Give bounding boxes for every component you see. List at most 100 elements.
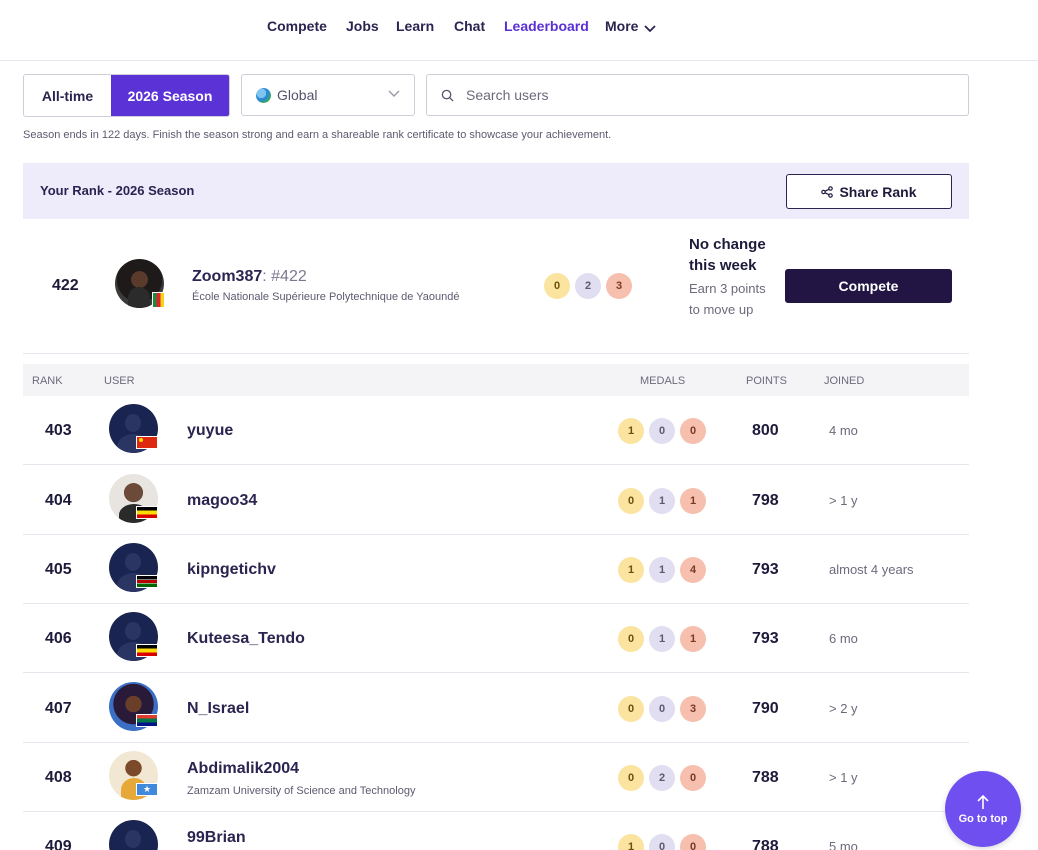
table-row[interactable]: 407 N_Israel 003 790 > 2 y bbox=[23, 674, 969, 743]
silver-medal-count: 1 bbox=[649, 557, 675, 583]
uganda-flag-icon bbox=[136, 506, 158, 519]
row-rank: 403 bbox=[45, 422, 72, 439]
silver-medal-count: 1 bbox=[649, 488, 675, 514]
top-nav: Compete Jobs Learn Chat Leaderboard More bbox=[0, 0, 1038, 61]
nav-compete[interactable]: Compete bbox=[267, 17, 327, 35]
share-rank-label: Share Rank bbox=[839, 183, 917, 200]
nav-more[interactable]: More bbox=[605, 17, 657, 35]
your-rank-title: Your Rank - 2026 Season bbox=[40, 183, 195, 198]
table-row[interactable]: 409 99Brian 100 788 5 mo bbox=[23, 812, 969, 850]
bronze-medal-count: 1 bbox=[680, 488, 706, 514]
nav-chat[interactable]: Chat bbox=[454, 17, 485, 35]
share-rank-button[interactable]: Share Rank bbox=[786, 174, 952, 209]
row-points: 788 bbox=[752, 769, 779, 786]
gold-medal-count: 1 bbox=[618, 834, 644, 850]
silver-medal-count: 2 bbox=[575, 273, 601, 299]
row-joined: > 2 y bbox=[829, 701, 858, 716]
row-points: 800 bbox=[752, 422, 779, 439]
silver-medal-count: 2 bbox=[649, 765, 675, 791]
rank-change-status: No change this week Earn 3 points to mov… bbox=[689, 234, 779, 320]
row-rank: 407 bbox=[45, 700, 72, 717]
bronze-medal-count: 3 bbox=[680, 696, 706, 722]
search-box bbox=[426, 74, 969, 116]
row-username[interactable]: magoo34 bbox=[187, 492, 257, 510]
row-points: 793 bbox=[752, 630, 779, 647]
row-rank: 404 bbox=[45, 492, 72, 509]
row-username[interactable]: N_Israel bbox=[187, 700, 249, 718]
arrow-up-icon bbox=[977, 794, 989, 809]
avatar[interactable] bbox=[109, 820, 158, 850]
your-rank-hash: : #422 bbox=[262, 268, 307, 285]
table-row[interactable]: 406 Kuteesa_Tendo 011 793 6 mo bbox=[23, 604, 969, 673]
header-joined: Joined bbox=[824, 375, 865, 387]
south-africa-flag-icon bbox=[136, 714, 158, 727]
gold-medal-count: 0 bbox=[544, 273, 570, 299]
header-points: Points bbox=[746, 375, 787, 387]
period-season-button[interactable]: 2026 Season bbox=[111, 75, 229, 116]
row-rank: 409 bbox=[45, 838, 72, 850]
your-school: École Nationale Supérieure Polytechnique… bbox=[192, 291, 460, 303]
row-username[interactable]: kipngetichv bbox=[187, 561, 276, 579]
search-icon bbox=[441, 89, 454, 102]
bronze-medal-count: 0 bbox=[680, 834, 706, 850]
row-points: 798 bbox=[752, 492, 779, 509]
row-joined: almost 4 years bbox=[829, 562, 914, 577]
region-select-value: Global bbox=[277, 87, 318, 103]
search-input[interactable] bbox=[466, 87, 946, 103]
globe-icon bbox=[256, 87, 271, 103]
row-rank: 406 bbox=[45, 630, 72, 647]
silver-medal-count: 1 bbox=[649, 626, 675, 652]
header-user: User bbox=[104, 375, 135, 387]
row-school: Zamzam University of Science and Technol… bbox=[187, 785, 416, 797]
season-note: Season ends in 122 days. Finish the seas… bbox=[23, 129, 612, 141]
row-medals: 114 bbox=[618, 557, 711, 583]
gold-medal-count: 1 bbox=[618, 557, 644, 583]
table-row[interactable]: 403 yuyue 100 800 4 mo bbox=[23, 396, 969, 465]
your-username-text: Zoom387 bbox=[192, 268, 263, 285]
row-points: 790 bbox=[752, 700, 779, 717]
rank-change-hint: Earn 3 points to move up bbox=[689, 281, 766, 317]
nav-leaderboard[interactable]: Leaderboard bbox=[504, 17, 589, 35]
gold-medal-count: 0 bbox=[618, 696, 644, 722]
somalia-flag-icon: ★ bbox=[136, 783, 158, 796]
compete-button[interactable]: Compete bbox=[785, 269, 952, 303]
nav-jobs[interactable]: Jobs bbox=[346, 17, 379, 35]
bronze-medal-count: 0 bbox=[680, 765, 706, 791]
row-username[interactable]: yuyue bbox=[187, 422, 233, 440]
row-joined: 4 mo bbox=[829, 423, 858, 438]
bronze-medal-count: 3 bbox=[606, 273, 632, 299]
row-rank: 405 bbox=[45, 561, 72, 578]
row-medals: 020 bbox=[618, 765, 711, 791]
cameroon-flag-icon bbox=[152, 292, 165, 308]
row-medals: 003 bbox=[618, 696, 711, 722]
row-medals: 100 bbox=[618, 834, 711, 850]
row-username[interactable]: 99Brian bbox=[187, 829, 246, 847]
share-icon bbox=[821, 185, 834, 198]
your-username[interactable]: Zoom387: #422 bbox=[192, 268, 307, 286]
row-medals: 100 bbox=[618, 418, 711, 444]
row-username[interactable]: Abdimalik2004 bbox=[187, 760, 299, 778]
row-rank: 408 bbox=[45, 769, 72, 786]
silver-medal-count: 0 bbox=[649, 418, 675, 444]
gold-medal-count: 0 bbox=[618, 626, 644, 652]
table-row[interactable]: 404 magoo34 011 798 > 1 y bbox=[23, 466, 969, 535]
row-points: 793 bbox=[752, 561, 779, 578]
row-joined: 6 mo bbox=[829, 631, 858, 646]
go-to-top-button[interactable]: Go to top bbox=[945, 771, 1021, 847]
silver-medal-count: 0 bbox=[649, 834, 675, 850]
chevron-down-icon bbox=[644, 25, 657, 33]
row-medals: 011 bbox=[618, 626, 711, 652]
nav-learn[interactable]: Learn bbox=[396, 17, 434, 35]
period-all-time-button[interactable]: All-time bbox=[24, 75, 111, 116]
chevron-down-icon bbox=[388, 90, 400, 97]
table-row[interactable]: 408 ★ Abdimalik2004 Zamzam University of… bbox=[23, 743, 969, 812]
gold-medal-count: 1 bbox=[618, 418, 644, 444]
your-rank-number: 422 bbox=[52, 277, 79, 294]
bronze-medal-count: 4 bbox=[680, 557, 706, 583]
table-row[interactable]: 405 kipngetichv 114 793 almost 4 years bbox=[23, 535, 969, 604]
nav-more-label: More bbox=[605, 18, 639, 34]
row-joined: > 1 y bbox=[829, 770, 858, 785]
header-rank: Rank bbox=[32, 375, 63, 387]
row-username[interactable]: Kuteesa_Tendo bbox=[187, 630, 305, 648]
region-select[interactable]: Global bbox=[241, 74, 415, 116]
